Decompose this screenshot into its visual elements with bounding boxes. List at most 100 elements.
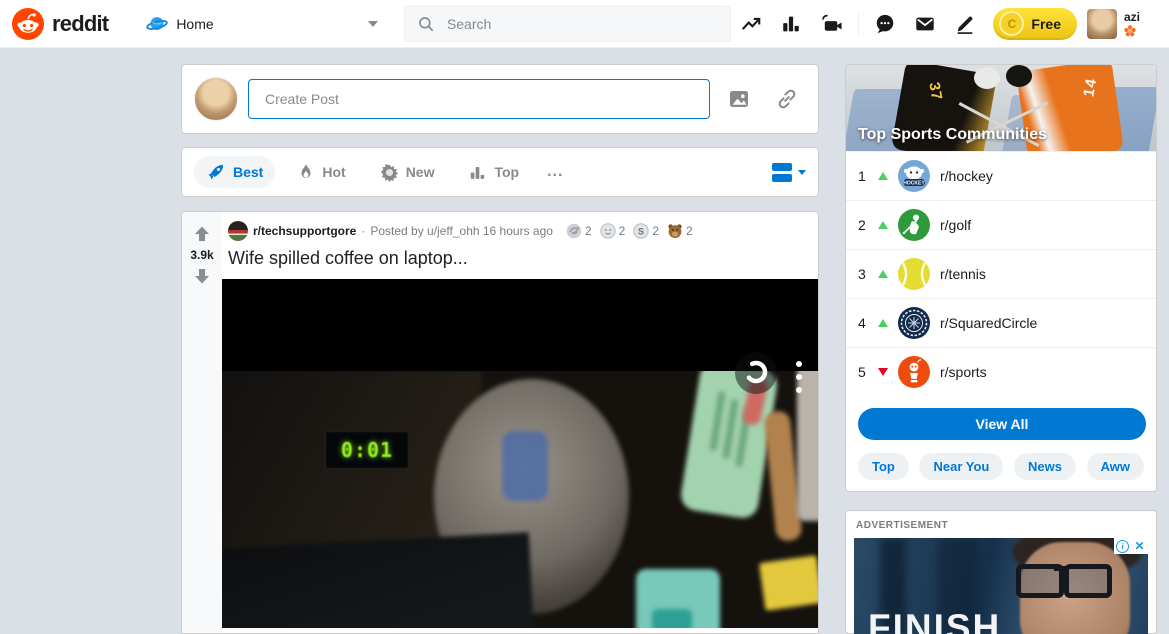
community-name: r/sports [940, 364, 987, 380]
chevron-down-icon [798, 170, 806, 175]
trend-up-icon [878, 270, 888, 278]
community-row-squaredcircle[interactable]: 4 r/SquaredCircle [846, 298, 1156, 347]
subreddit-name[interactable]: r/techsupportgore [253, 224, 356, 238]
subreddit-avatar[interactable] [228, 221, 248, 241]
svg-text:S: S [638, 227, 644, 237]
r-hockey-avatar: HOCKEY [898, 160, 930, 192]
view-mode-dropdown[interactable] [772, 163, 806, 182]
reddit-logo[interactable]: reddit [12, 8, 108, 40]
sort-best-tab[interactable]: Best [194, 156, 275, 188]
create-post-input[interactable] [248, 79, 710, 119]
sort-new-tab[interactable]: New [368, 157, 447, 188]
link-post-button[interactable] [768, 83, 806, 115]
messages-button[interactable] [905, 8, 945, 40]
top-nav-bar: reddit Home [0, 0, 1169, 48]
top-communities-widget: 37 1 4 Top Sports Communities 1 HOCKEY r/… [845, 64, 1157, 492]
helmet [1006, 65, 1032, 87]
trend-up-icon [878, 221, 888, 229]
video-frame: 0:01 [222, 371, 818, 628]
community-name: r/golf [940, 217, 971, 233]
broadcast-button[interactable] [811, 7, 852, 40]
r-golf-avatar [898, 209, 930, 241]
sort-hot-label: Hot [322, 164, 345, 180]
ad-info-button[interactable]: i [1114, 538, 1131, 554]
sort-top-tab[interactable]: Top [456, 157, 531, 188]
reddit-home-page: reddit Home [0, 0, 1169, 634]
search-input[interactable] [445, 15, 718, 33]
trend-up-icon [878, 319, 888, 327]
home-label: Home [176, 16, 213, 32]
chip-near-you[interactable]: Near You [919, 453, 1003, 480]
ad-close-button[interactable]: ✕ [1131, 538, 1148, 554]
sort-new-label: New [406, 164, 435, 180]
downvote-arrow-icon [192, 266, 212, 286]
chip-news[interactable]: News [1014, 453, 1076, 480]
jersey-number: 37 [925, 81, 945, 102]
community-row-hockey[interactable]: 1 HOCKEY r/hockey [846, 151, 1156, 200]
mail-icon [914, 13, 936, 35]
vote-column: 3.9k [182, 212, 222, 633]
clock-digits: 0:01 [341, 438, 393, 462]
community-row-golf[interactable]: 2 r/golf [846, 200, 1156, 249]
post-title[interactable]: Wife spilled coffee on laptop... [222, 241, 818, 279]
helmet [974, 67, 1000, 89]
downvote-button[interactable] [190, 264, 214, 288]
rank: 1 [858, 168, 868, 184]
image-post-button[interactable] [720, 83, 758, 115]
community-name: r/SquaredCircle [940, 315, 1037, 331]
upvote-button[interactable] [190, 222, 214, 246]
rank: 4 [858, 315, 868, 331]
avatar[interactable] [194, 77, 238, 121]
search-bar[interactable] [404, 6, 731, 42]
sunburst-icon [380, 163, 399, 182]
community-dropdown[interactable]: Home [140, 9, 384, 39]
search-icon [417, 15, 435, 33]
create-post-card [181, 64, 819, 134]
top-communities-button[interactable] [771, 8, 811, 40]
post-byline[interactable]: Posted by u/jeff_ohh 16 hours ago [370, 224, 553, 238]
get-coins-button[interactable]: C Free [993, 8, 1077, 40]
award-silver-coin[interactable]: S 2 [633, 223, 659, 239]
create-post-button[interactable] [945, 8, 985, 40]
sort-top-label: Top [494, 164, 519, 180]
award-count: 2 [585, 224, 592, 238]
post-main: r/techsupportgore · Posted by u/jeff_ohh… [222, 212, 818, 633]
separator-dot: · [361, 224, 365, 238]
rank: 5 [858, 364, 868, 380]
image-icon [727, 87, 751, 111]
karma-row [1124, 25, 1140, 37]
microwave-clock: 0:01 [325, 431, 409, 469]
reddit-wordmark: reddit [52, 11, 108, 37]
video-player[interactable]: 0:01 [222, 279, 818, 628]
sort-hot-tab[interactable]: Hot [285, 156, 357, 188]
reddit-snoo-icon [12, 8, 44, 40]
flame-icon [297, 162, 315, 182]
video-settings-button[interactable] [734, 351, 778, 400]
award-snoo-coin[interactable]: 2 [600, 223, 626, 239]
snoo-coin-icon [600, 223, 616, 239]
award-count: 2 [686, 224, 693, 238]
rank: 3 [858, 266, 868, 282]
community-row-sports[interactable]: 5 r/sports [846, 347, 1156, 396]
bar-chart-icon [780, 13, 802, 35]
chip-aww[interactable]: Aww [1087, 453, 1144, 480]
community-name: r/hockey [940, 168, 993, 184]
post-awards: 2 2 S [566, 223, 693, 239]
award-silver-wreath[interactable]: 2 [566, 223, 592, 239]
award-wholesome-bear[interactable]: 2 [667, 223, 693, 239]
view-all-button[interactable]: View All [858, 408, 1146, 440]
community-row-tennis[interactable]: 3 r/tennis [846, 249, 1156, 298]
home-planet-icon [146, 13, 168, 35]
sort-more-button[interactable]: ... [541, 163, 569, 181]
widget-title: Top Sports Communities [858, 126, 1047, 144]
chip-top[interactable]: Top [858, 453, 909, 480]
user-meta: azi [1124, 10, 1140, 37]
video-more-options-button[interactable] [796, 361, 802, 393]
user-menu[interactable]: azi [1087, 9, 1157, 39]
chat-icon [874, 13, 896, 35]
trending-button[interactable] [731, 8, 771, 40]
ad-image[interactable]: FINISH i ✕ [854, 538, 1148, 634]
link-icon [775, 87, 799, 111]
chat-button[interactable] [865, 8, 905, 40]
broadcast-camera-icon [820, 12, 843, 35]
